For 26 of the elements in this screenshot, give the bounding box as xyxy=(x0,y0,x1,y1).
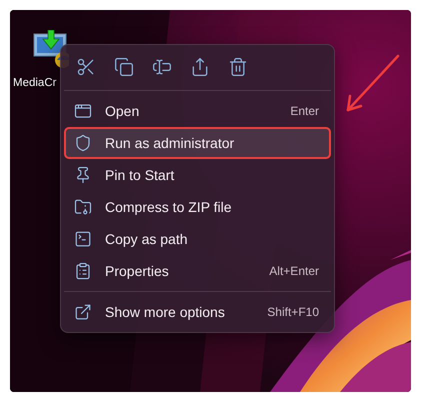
menu-item-label: Run as administrator xyxy=(105,135,236,151)
menu-item-label: Show more options xyxy=(105,304,226,320)
menu-item-label: Compress to ZIP file xyxy=(105,199,233,215)
menu-item[interactable]: Run as administrator xyxy=(64,127,331,159)
shortcut-label: Shift+F10 xyxy=(267,305,319,319)
menu-item[interactable]: Compress to ZIP file xyxy=(64,191,331,223)
copy-icon[interactable] xyxy=(112,55,136,79)
folder-icon xyxy=(74,198,92,216)
menu-item-label: Properties xyxy=(105,263,170,279)
menu-item[interactable]: Pin to Start xyxy=(64,159,331,191)
menu-item[interactable]: Copy as path xyxy=(64,223,331,255)
menu-item-label: Pin to Start xyxy=(105,167,176,183)
pin-icon xyxy=(74,166,92,184)
shortcut-label: Enter xyxy=(290,104,319,118)
desktop-icon-label: MediaCr xyxy=(13,77,56,89)
menu-item[interactable]: Open Enter xyxy=(64,95,331,127)
menu-item-label: Open xyxy=(105,103,140,119)
menu-item-label: Copy as path xyxy=(105,231,188,247)
menu-item[interactable]: Show more options Shift+F10 xyxy=(64,296,331,328)
shield-icon xyxy=(74,134,92,152)
shortcut-label: Alt+Enter xyxy=(269,264,319,278)
window-icon xyxy=(74,102,92,120)
list-icon xyxy=(74,262,92,280)
external-link-icon xyxy=(74,303,92,321)
terminal-icon xyxy=(74,230,92,248)
menu-item[interactable]: Properties Alt+Enter xyxy=(64,255,331,287)
